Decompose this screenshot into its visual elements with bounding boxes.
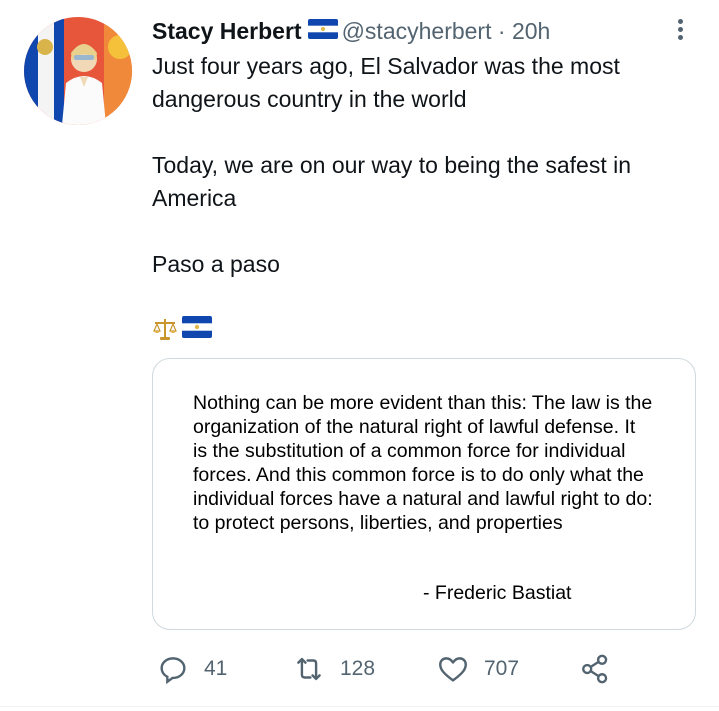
retweet-button[interactable]: 128 [292, 652, 375, 686]
reply-count: 41 [204, 657, 228, 680]
avatar-photo [24, 17, 132, 125]
tweet-timestamp[interactable]: 20h [512, 18, 550, 44]
share-icon [582, 654, 608, 684]
retweet-count: 128 [340, 657, 376, 680]
more-options-icon[interactable] [672, 16, 688, 42]
el-salvador-flag-icon [307, 16, 338, 46]
scales-emoji-icon [152, 316, 178, 350]
like-button[interactable]: 707 [436, 652, 519, 686]
retweet-icon [297, 657, 321, 681]
tweet-paragraph-1: Just four years ago, El Salvador was the… [152, 53, 620, 112]
quote-author: - Frederic Bastiat [423, 582, 572, 604]
author-name[interactable]: Stacy Herbert [152, 18, 302, 44]
avatar[interactable] [24, 17, 132, 125]
reply-button[interactable]: 41 [156, 652, 227, 686]
quote-text: Nothing can be more evident than this: T… [193, 392, 653, 534]
tweet-actions: 41 128 707 [156, 652, 626, 688]
heart-icon [439, 657, 467, 682]
emoji-line [152, 316, 212, 350]
divider [0, 706, 719, 707]
tweet-header: Stacy Herbert @stacyherbert · 20h [152, 16, 550, 50]
el-salvador-flag-emoji-icon [182, 316, 212, 350]
reply-icon [160, 657, 186, 685]
tweet-paragraph-2: Today, we are on our way to being the sa… [152, 152, 632, 211]
separator-dot: · [497, 18, 506, 45]
like-count: 707 [484, 657, 520, 680]
tweet-text: Just four years ago, El Salvador was the… [152, 50, 682, 281]
share-button[interactable] [578, 652, 612, 686]
quote-image-card[interactable]: Nothing can be more evident than this: T… [152, 358, 696, 630]
author-handle[interactable]: @stacyherbert [342, 18, 492, 44]
tweet-paragraph-3: Paso a paso [152, 251, 280, 277]
